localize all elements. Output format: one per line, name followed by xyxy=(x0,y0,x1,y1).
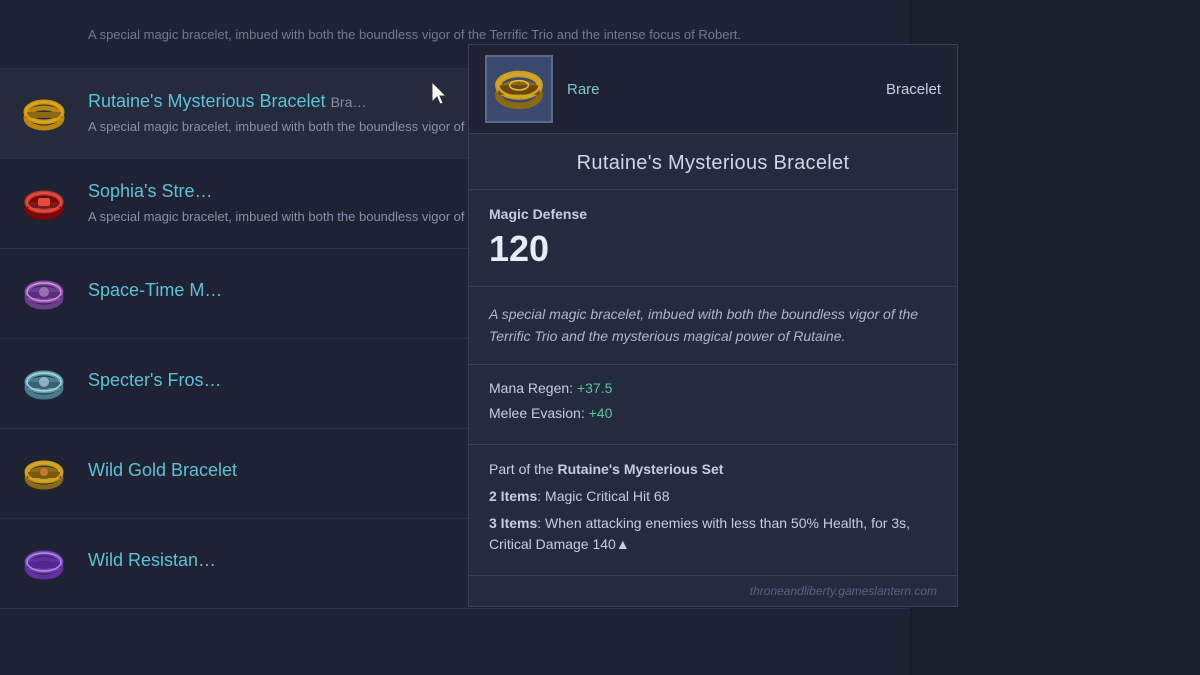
bonus-label-2: Melee Evasion: xyxy=(489,405,585,421)
item-icon-rutaines xyxy=(18,88,70,140)
item-icon-sophias xyxy=(18,178,70,230)
bonus-value-1: +37.5 xyxy=(577,380,612,396)
detail-type: Bracelet xyxy=(886,81,941,98)
detail-header: Rare Bracelet xyxy=(469,45,957,134)
set-intro-text: Part of the xyxy=(489,461,557,477)
set-item-1: 2 Items: Magic Critical Hit 68 xyxy=(489,486,937,507)
set-name: Rutaine's Mysterious Set xyxy=(557,461,723,477)
detail-stat-section: Magic Defense 120 xyxy=(469,190,957,287)
set-desc-1: : Magic Critical Hit 68 xyxy=(537,488,669,504)
set-item-2: 3 Items: When attacking enemies with les… xyxy=(489,513,937,555)
set-count-1: 2 Items xyxy=(489,488,537,504)
detail-header-info: Rare Bracelet xyxy=(567,81,941,98)
item-icon-wildresist xyxy=(18,538,70,590)
bonus-value-2: +40 xyxy=(589,405,613,421)
detail-bonuses: Mana Regen: +37.5 Melee Evasion: +40 xyxy=(469,365,957,445)
bonus-line-2: Melee Evasion: +40 xyxy=(489,404,937,424)
stat-value: 120 xyxy=(489,228,937,270)
item-icon-wildgold xyxy=(18,448,70,500)
detail-item-image xyxy=(485,55,553,123)
bonus-label-1: Mana Regen: xyxy=(489,380,573,396)
set-desc-2: : When attacking enemies with less than … xyxy=(489,515,910,552)
top-row-desc: A special magic bracelet, imbued with bo… xyxy=(88,26,892,44)
detail-footer: throneandliberty.gameslantern.com xyxy=(469,576,957,606)
item-icon-spacetime xyxy=(18,268,70,320)
detail-title: Rutaine's Mysterious Bracelet xyxy=(469,134,957,190)
bonus-line-1: Mana Regen: +37.5 xyxy=(489,379,937,399)
item-icon-specters xyxy=(18,358,70,410)
set-intro-line: Part of the Rutaine's Mysterious Set xyxy=(489,459,937,480)
item-icon-top xyxy=(18,8,70,60)
set-count-2: 3 Items xyxy=(489,515,537,531)
detail-panel: Rare Bracelet Rutaine's Mysterious Brace… xyxy=(468,44,958,607)
item-info-top: A special magic bracelet, imbued with bo… xyxy=(88,24,892,44)
detail-description: A special magic bracelet, imbued with bo… xyxy=(469,287,957,365)
stat-label: Magic Defense xyxy=(489,206,937,222)
detail-set: Part of the Rutaine's Mysterious Set 2 I… xyxy=(469,445,957,576)
detail-rarity: Rare xyxy=(567,81,600,98)
